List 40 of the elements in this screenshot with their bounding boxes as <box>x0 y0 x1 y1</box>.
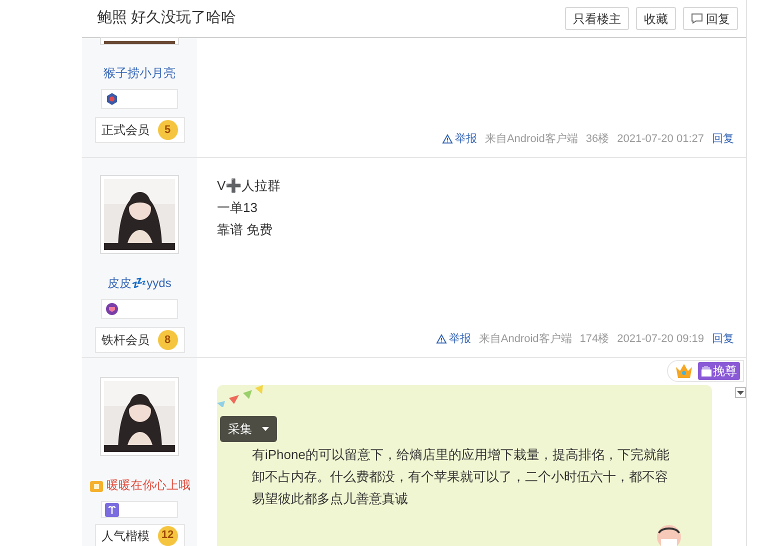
source-text: 来自Android客户端 <box>478 332 572 347</box>
header-button[interactable]: 只看楼主 <box>565 7 629 30</box>
level-badge: 8 <box>158 330 178 350</box>
post-time: 2021-07-20 09:19 <box>617 332 704 347</box>
reply-button[interactable]: 回复 <box>683 7 738 30</box>
collect-button[interactable]: 采集 <box>220 416 277 442</box>
username-link[interactable]: 暖暖在你心上哦 <box>106 476 190 494</box>
shield-icon <box>105 302 119 316</box>
reply-link[interactable]: 回复 <box>712 130 734 148</box>
report-link[interactable]: 举报 <box>442 130 477 148</box>
hand-icon <box>701 366 712 376</box>
emblem-icon <box>105 92 119 106</box>
crown-icon <box>674 362 694 380</box>
dropdown-button[interactable] <box>735 387 746 398</box>
reply-link[interactable]: 回复 <box>712 330 734 348</box>
post-text: V➕人拉群 <box>217 177 282 195</box>
member-title: 正式会员 <box>102 122 150 139</box>
floor-number: 174楼 <box>580 332 610 347</box>
caret-icon <box>262 427 269 431</box>
level-badge: 5 <box>158 120 178 140</box>
floor-number: 36楼 <box>586 132 610 147</box>
username-link[interactable]: 猴子捞小月亮 <box>104 64 176 82</box>
post-time: 2021-07-20 01:27 <box>617 132 704 147</box>
username-link[interactable]: 皮皮💤yyds <box>108 274 172 292</box>
caret-icon <box>737 390 744 394</box>
thread-title: 鲍照 好久没玩了哈哈 <box>97 8 236 28</box>
post-text: 有iPhone的可以留意下，给熵店里的应用增下栽量，提高排佲，下完就能卸不占内存。什么费都没，有个苹果就可以了，二个小时伍六十，都不容易望彼此都多点儿善意真诚 <box>252 446 670 508</box>
member-title: 人气楷模 <box>102 528 150 545</box>
warning-icon <box>442 134 453 144</box>
post-text: 靠谱 免费 <box>217 221 274 239</box>
warning-icon <box>436 334 447 344</box>
vote-button[interactable]: 挽尊 <box>698 362 740 380</box>
post-text: 一单13 <box>217 199 258 217</box>
member-title: 铁杆会员 <box>102 332 150 349</box>
header-button[interactable]: 收藏 <box>636 7 676 30</box>
bunting-drawing <box>217 385 263 407</box>
report-link[interactable]: 举报 <box>436 330 471 348</box>
level-badge: 12 <box>158 526 178 546</box>
source-text: 来自Android客户端 <box>484 132 578 147</box>
speech-bubble-icon <box>691 13 703 24</box>
